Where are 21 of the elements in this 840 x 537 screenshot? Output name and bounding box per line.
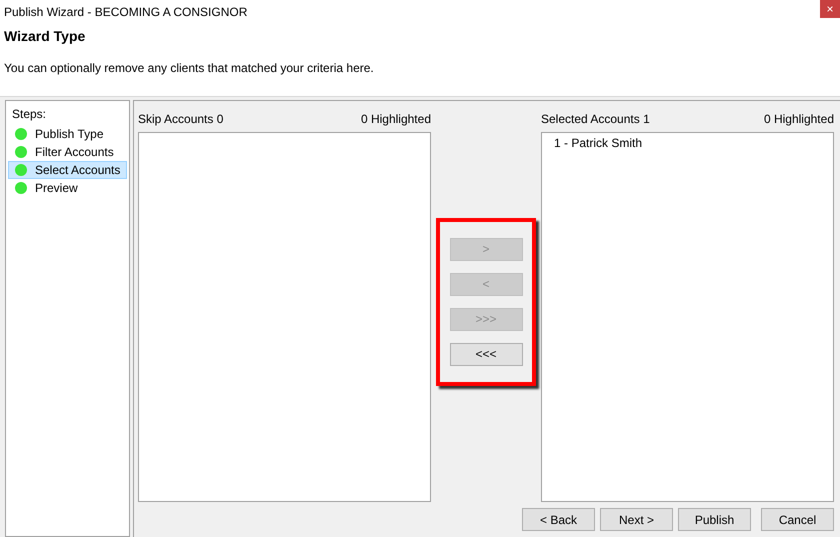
account-list[interactable]	[138, 132, 431, 502]
highlighted-count: 0 Highlighted	[360, 111, 431, 128]
step-item[interactable]: Publish Type	[8, 125, 127, 143]
move-button[interactable]: <<<	[450, 342, 522, 366]
page-description: You can optionally remove any clients that matched your criteria here.	[3, 60, 375, 77]
step-item[interactable]: Select Accounts	[8, 161, 127, 179]
list-title: Skip Accounts 0	[138, 111, 224, 128]
wizard-button[interactable]: < Back	[522, 508, 595, 531]
account-item[interactable]: 1 - Patrick Smith	[542, 136, 833, 151]
wizard-button[interactable]: Next >	[600, 508, 673, 531]
wizard-button[interactable]: Publish	[678, 508, 751, 531]
highlighted-count: 0 Highlighted	[764, 111, 834, 128]
steps-label: Steps:	[11, 106, 48, 123]
window-title: Publish Wizard - BECOMING A CONSIGNOR	[3, 4, 248, 21]
step-item[interactable]: Filter Accounts	[8, 143, 127, 161]
wizard-button[interactable]: Cancel	[761, 508, 834, 531]
list-title: Selected Accounts 1	[541, 111, 650, 128]
close-button[interactable]: ×	[820, 0, 840, 18]
step-item[interactable]: Preview	[8, 179, 127, 197]
page-title: Wizard Type	[3, 27, 86, 46]
account-list[interactable]: 1 - Patrick Smith	[541, 132, 834, 502]
